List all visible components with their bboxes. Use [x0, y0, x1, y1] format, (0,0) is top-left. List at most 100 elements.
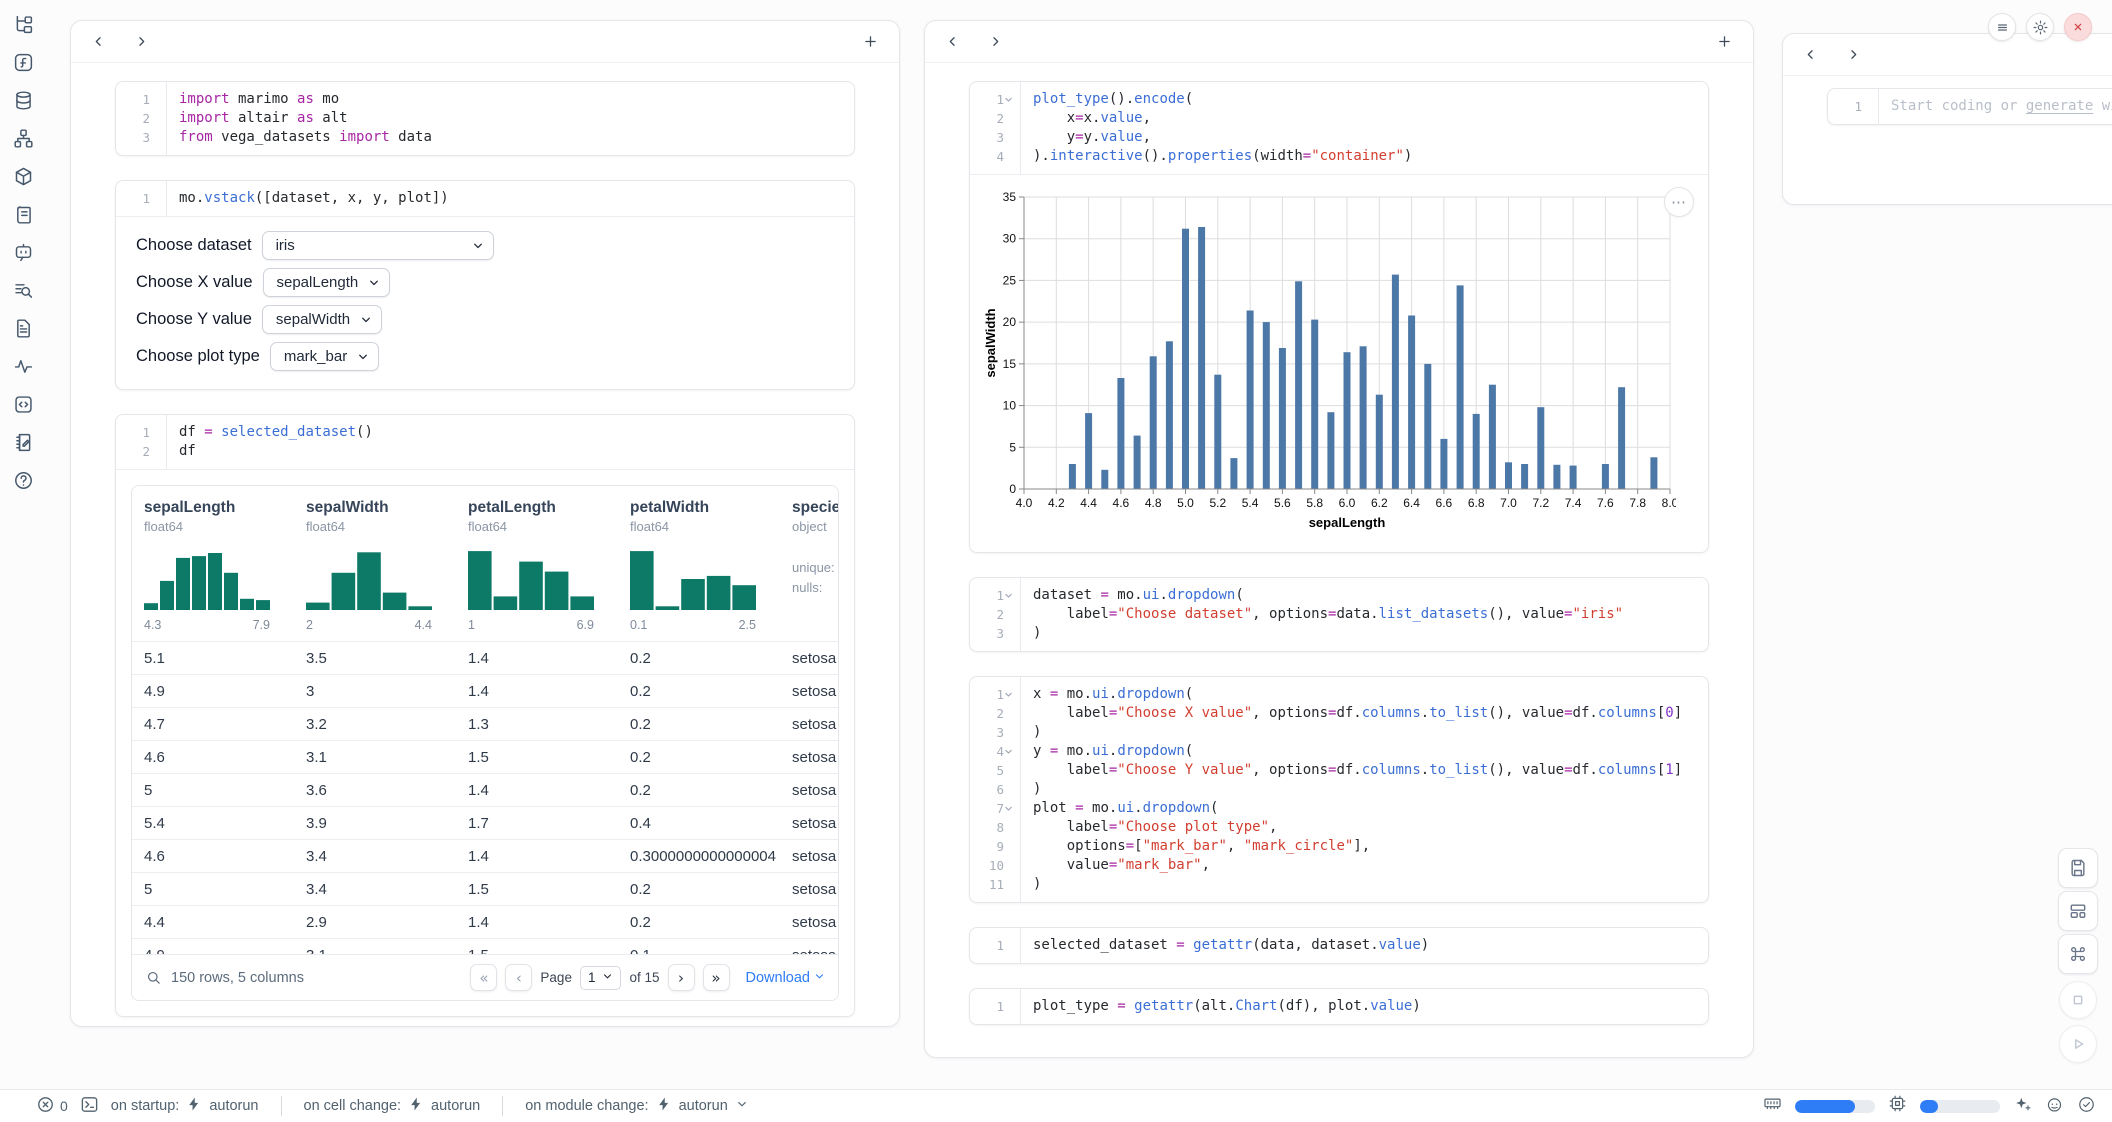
- sidebar-item-package[interactable]: [9, 166, 39, 190]
- code-editor[interactable]: 1selected_dataset = getattr(data, datase…: [970, 928, 1708, 963]
- x-tick-label: 7.2: [1532, 496, 1549, 510]
- code-line: 4).interactive().properties(width="conta…: [970, 147, 1708, 166]
- fold-chevron-icon: [1004, 803, 1015, 814]
- code-editor[interactable]: 1x = mo.ui.dropdown(2 label="Choose X va…: [970, 677, 1708, 902]
- table-row[interactable]: 4.63.41.40.3000000000000004setosa: [132, 839, 838, 872]
- sidebar-item-script[interactable]: [9, 204, 39, 228]
- generate-with-ai-link[interactable]: generate: [2026, 98, 2093, 114]
- save-button[interactable]: [2058, 848, 2098, 888]
- table-row[interactable]: 5.43.91.70.4setosa: [132, 806, 838, 839]
- column-prev-button[interactable]: [945, 34, 960, 49]
- x-tick-label: 5.2: [1209, 496, 1226, 510]
- range-max: 7.9: [253, 618, 270, 632]
- column-name: sepalWidth: [306, 499, 456, 517]
- choose-dataset-select[interactable]: iris: [262, 231, 494, 260]
- token: interactive: [1050, 148, 1143, 164]
- fold-spacer: [1004, 784, 1015, 795]
- sidebar-item-help[interactable]: [9, 470, 39, 494]
- control-label: Choose plot type: [136, 347, 260, 366]
- token: ): [1033, 625, 1041, 641]
- sidebar-item-document[interactable]: [9, 318, 39, 342]
- sidebar-item-code-square[interactable]: [9, 394, 39, 418]
- y-tick-label: 20: [1003, 315, 1017, 329]
- run-button[interactable]: [2059, 1025, 2097, 1063]
- next-page-button[interactable]: ›: [668, 964, 695, 991]
- table-row[interactable]: 53.61.40.2setosa: [132, 773, 838, 806]
- shutdown-button[interactable]: [2064, 13, 2092, 41]
- sidebar-item-scratchpad[interactable]: [9, 432, 39, 456]
- column-prev-button[interactable]: [91, 34, 106, 49]
- chevron-down-icon: [735, 1097, 749, 1115]
- column-name: sepalLength: [144, 499, 294, 517]
- connection-status-button[interactable]: [2077, 1095, 2096, 1117]
- table-row[interactable]: 53.41.50.2setosa: [132, 872, 838, 905]
- table-row[interactable]: 4.42.91.40.2setosa: [132, 905, 838, 938]
- fold-spacer: [150, 94, 161, 105]
- code-editor[interactable]: 1plot_type().encode(2 x=x.value,3 y=y.va…: [970, 82, 1708, 175]
- code-editor[interactable]: 1dataset = mo.ui.dropdown(2 label="Choos…: [970, 578, 1708, 651]
- token: "container": [1311, 148, 1404, 164]
- token: data.: [1336, 606, 1378, 622]
- menu-button[interactable]: [1988, 13, 2016, 41]
- last-page-button[interactable]: »: [703, 964, 730, 991]
- token: ]: [1674, 762, 1682, 778]
- ai-sparkles-button[interactable]: [2013, 1095, 2032, 1117]
- code-editor[interactable]: 1mo.vstack([dataset, x, y, plot]): [116, 181, 854, 217]
- chevron-down-icon: [472, 240, 484, 252]
- table-row[interactable]: 4.931.40.2setosa: [132, 674, 838, 707]
- column-next-button[interactable]: [988, 34, 1003, 49]
- sidebar-item-dependency-graph[interactable]: [9, 128, 39, 152]
- on-cell-change-setting[interactable]: on cell change: autorun: [304, 1096, 481, 1116]
- column-next-button[interactable]: [1846, 47, 1861, 62]
- sidebar-item-file-tree[interactable]: [9, 14, 39, 38]
- line-number: 1: [996, 685, 1004, 704]
- chart-actions-menu-button[interactable]: ⋯: [1664, 187, 1694, 217]
- line-number-gutter: 2: [116, 109, 166, 128]
- table-footer: 150 rows, 5 columns«‹Page1of 15›»Downloa…: [132, 954, 838, 1000]
- stop-button[interactable]: [2059, 981, 2097, 1019]
- histogram-range: 24.4: [306, 618, 432, 632]
- sidebar-item-chatbot[interactable]: [9, 242, 39, 266]
- command-palette-button[interactable]: [2058, 934, 2098, 974]
- add-column-button[interactable]: [862, 33, 879, 50]
- prev-page-button[interactable]: ‹: [505, 964, 532, 991]
- terminal-button[interactable]: [80, 1095, 99, 1117]
- column-prev-button[interactable]: [1803, 47, 1818, 62]
- choose-y-value-select[interactable]: sepalWidth: [262, 305, 382, 334]
- on-startup-setting[interactable]: on startup: autorun: [111, 1096, 259, 1116]
- code-line: 5 label="Choose Y value", options=df.col…: [970, 761, 1708, 780]
- fold-chevron-icon: [1004, 590, 1015, 601]
- empty-code-editor[interactable]: 1Start coding or generate with AI: [1828, 89, 2112, 124]
- sidebar-item-function-square[interactable]: [9, 52, 39, 76]
- code-line: 2df: [116, 442, 854, 461]
- assistant-button[interactable]: [2045, 1095, 2064, 1117]
- errors-indicator[interactable]: 0: [36, 1095, 68, 1117]
- column-next-button[interactable]: [134, 34, 149, 49]
- layout-button[interactable]: [2058, 891, 2098, 931]
- sidebar-item-logs-search[interactable]: [9, 280, 39, 304]
- table-row[interactable]: 5.13.51.40.2setosa: [132, 641, 838, 674]
- on-module-change-setting[interactable]: on module change: autorun: [525, 1096, 749, 1116]
- fold-chevron-icon: [1004, 746, 1015, 757]
- code-editor[interactable]: 1df = selected_dataset()2df: [116, 415, 854, 470]
- token: [: [1657, 705, 1665, 721]
- table-row[interactable]: 4.63.11.50.2setosa: [132, 740, 838, 773]
- page-select[interactable]: 1: [580, 966, 622, 990]
- token: ): [1033, 724, 1041, 740]
- first-page-button[interactable]: «: [470, 964, 497, 991]
- code-editor[interactable]: 1import marimo as mo2import altair as al…: [116, 82, 854, 155]
- token: 0: [1665, 705, 1673, 721]
- status-bar: 0 on startup: autorun on cell change: au…: [0, 1089, 2112, 1122]
- on-cell-change-value: autorun: [431, 1098, 480, 1114]
- choose-plot-type-select[interactable]: mark_bar: [270, 342, 379, 371]
- choose-x-value-select[interactable]: sepalLength: [263, 268, 391, 297]
- sidebar-item-database[interactable]: [9, 90, 39, 114]
- add-column-button[interactable]: [1716, 33, 1733, 50]
- code-editor[interactable]: 1plot_type = getattr(alt.Chart(df), plot…: [970, 989, 1708, 1024]
- table-row[interactable]: 4.73.21.30.2setosa: [132, 707, 838, 740]
- download-button[interactable]: Download: [746, 970, 826, 986]
- settings-button[interactable]: [2026, 13, 2054, 41]
- column-3-header: [1783, 34, 2112, 76]
- sidebar-item-snippets[interactable]: [9, 356, 39, 380]
- search-icon[interactable]: [145, 969, 162, 986]
